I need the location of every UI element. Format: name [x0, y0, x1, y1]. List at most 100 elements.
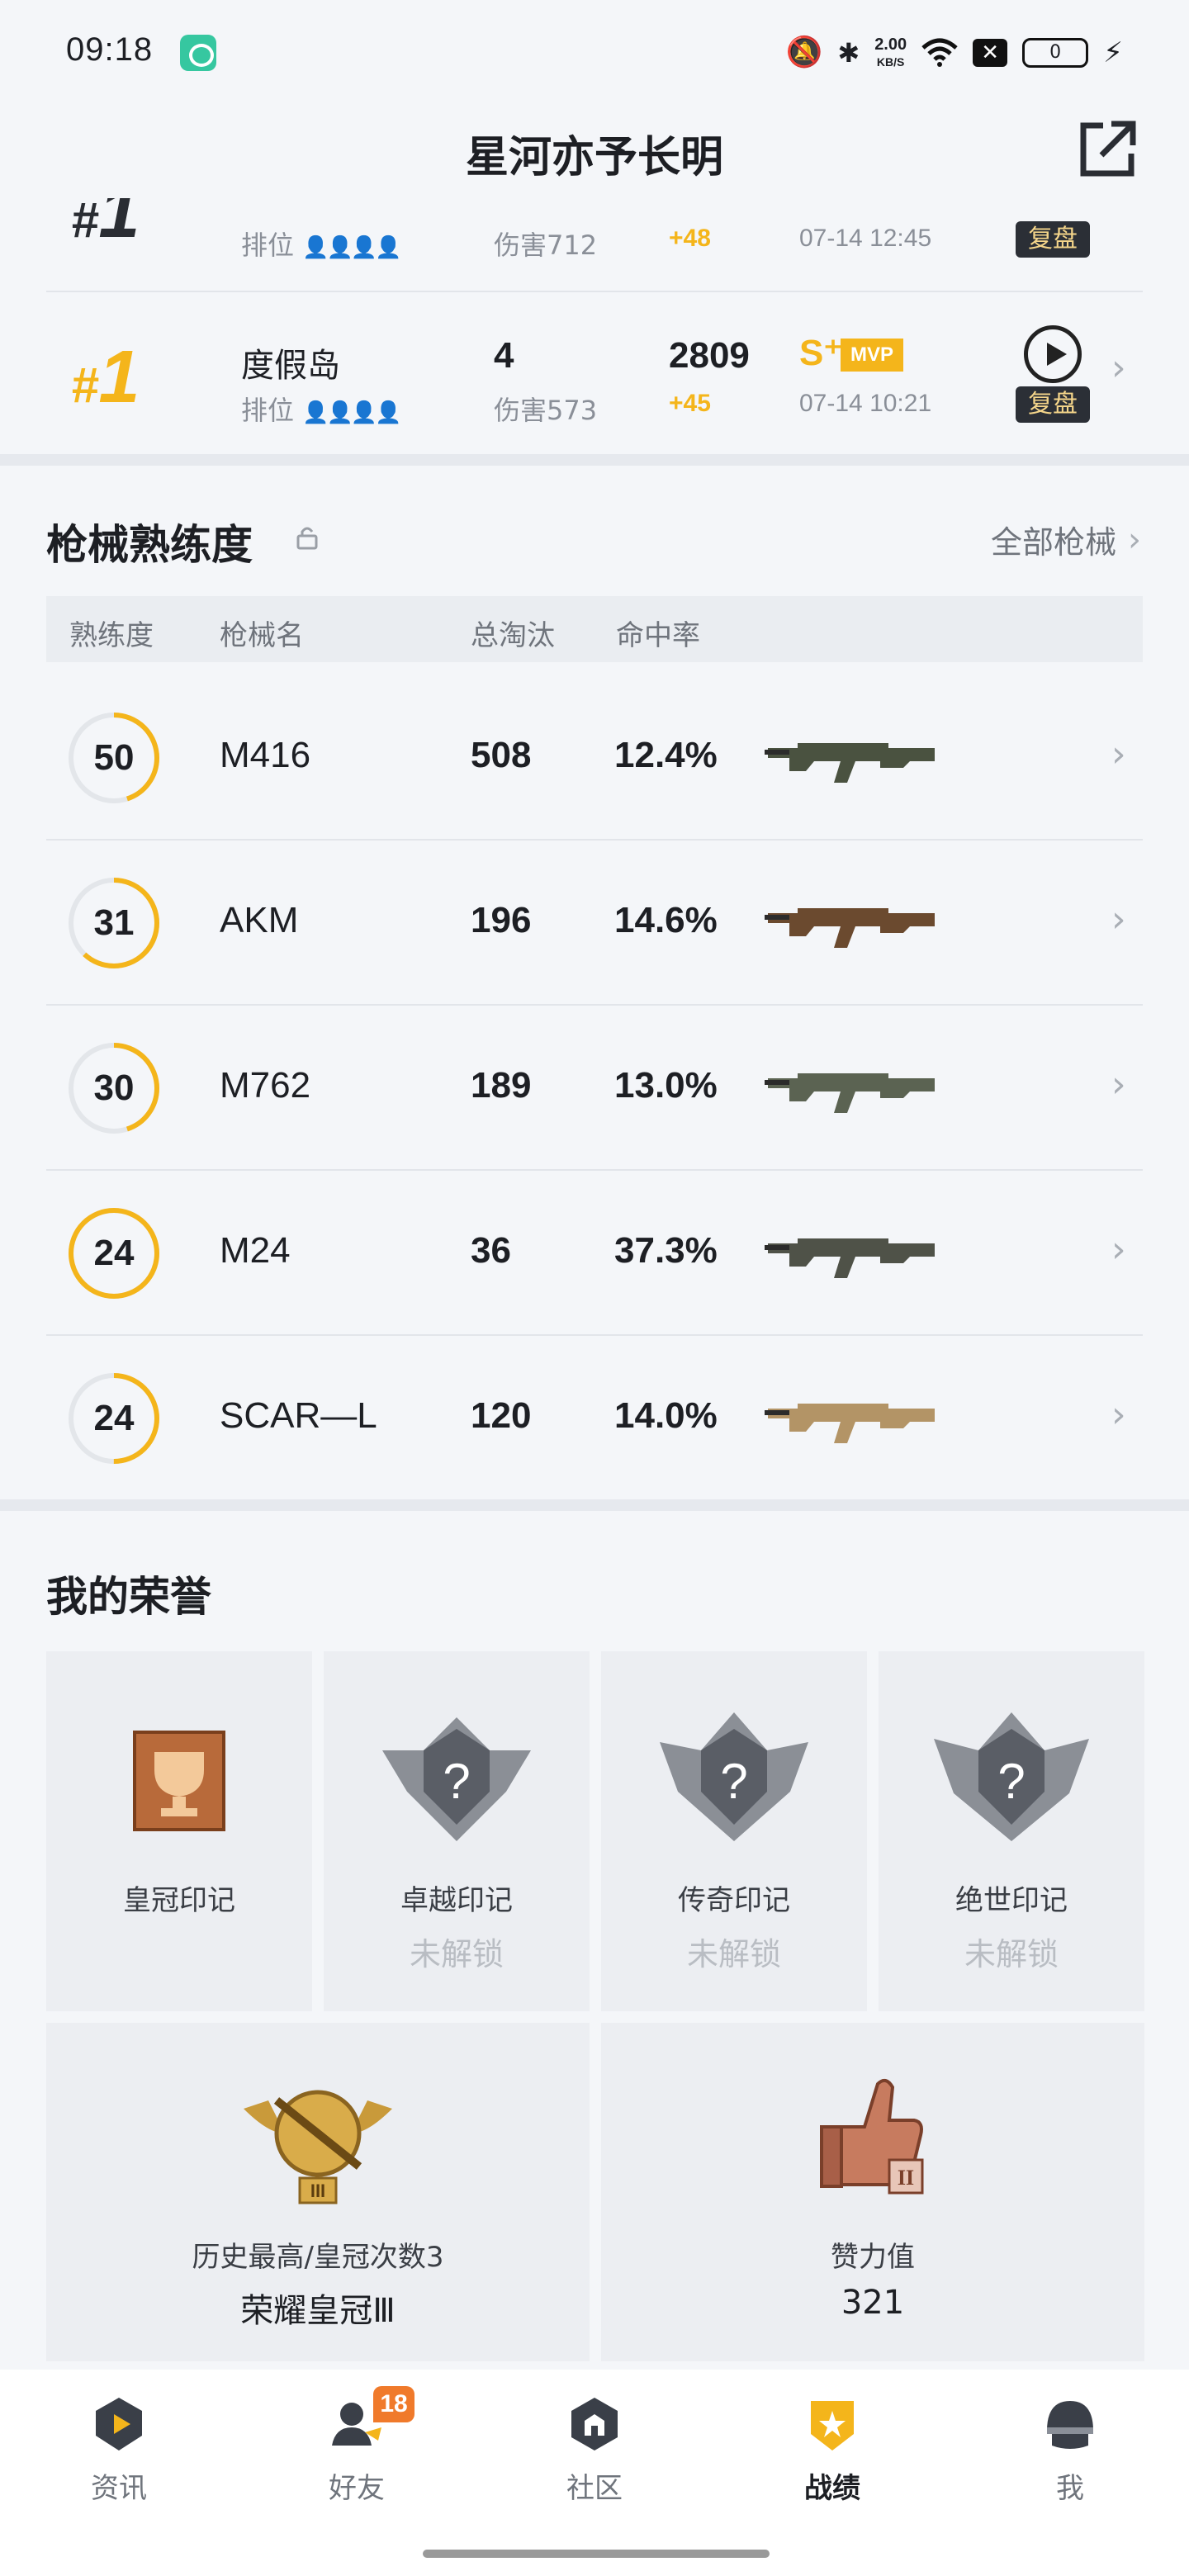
squad-icon: 👤👤👤👤	[302, 400, 401, 425]
nav-label: 我	[1056, 2472, 1084, 2505]
weapon-name: M762	[220, 1065, 311, 1106]
match-score: 2809	[669, 335, 750, 376]
match-mode: 排位 👤👤👤👤	[241, 390, 402, 428]
weapon-kills: 36	[471, 1230, 511, 1271]
page-title: 星河亦予长明	[465, 133, 723, 182]
honor-status: 未解锁	[686, 1936, 781, 1972]
sim-off-icon: ✕	[973, 39, 1008, 67]
weapon-name: AKM	[220, 900, 299, 940]
community-icon	[571, 2398, 618, 2451]
chevron-right-icon: ›	[1111, 1063, 1126, 1106]
network-speed: 2.00 KB/S	[874, 36, 907, 70]
weapon-kills: 120	[471, 1395, 532, 1436]
likes-card[interactable]: II 赞力值 321	[601, 2023, 1144, 2361]
rifle-icon	[765, 1073, 935, 1113]
weapon-row[interactable]: 30 M762 189 13.0% ›	[46, 1006, 1143, 1171]
weapon-row[interactable]: 31 AKM 196 14.6% ›	[46, 841, 1143, 1006]
network-speed-value: 2.00	[874, 35, 907, 54]
chevron-right-icon: ›	[1111, 347, 1126, 389]
status-icons: 🔕 ✱ 2.00 KB/S ✕ 0 ⚡	[786, 30, 1123, 76]
match-mode-label: 排位	[241, 230, 295, 261]
battery-level: 0	[1049, 42, 1062, 63]
weapon-accuracy: 13.0%	[614, 1065, 718, 1106]
match-row[interactable]: #1 度假岛 排位 👤👤👤👤 4 伤害573 2809 +45 S⁺ MVP 0…	[46, 291, 1143, 452]
section-divider	[0, 454, 1189, 466]
nav-stats[interactable]: 战绩	[750, 2386, 915, 2518]
svg-text:II: II	[898, 2166, 914, 2190]
nav-label: 好友	[329, 2472, 385, 2505]
weapon-row[interactable]: 50 M416 508 12.4% ›	[46, 675, 1143, 841]
status-bar: 09:18 🔕 ✱ 2.00 KB/S ✕ 0 ⚡	[0, 0, 1189, 99]
honor-card-legend[interactable]: ? 传奇印记 未解锁	[601, 1651, 867, 2011]
app-notification-icon	[180, 35, 216, 71]
weapon-kills: 508	[471, 735, 532, 775]
nav-label: 资讯	[91, 2472, 147, 2505]
honor-card-peerless[interactable]: ? 绝世印记 未解锁	[879, 1651, 1144, 2011]
page-header: 星河亦予长明	[0, 99, 1189, 198]
nav-community[interactable]: 社区	[512, 2386, 677, 2518]
match-mode-label: 排位	[241, 395, 295, 426]
replay-label: 复盘	[1016, 386, 1090, 423]
honor-card-excellent[interactable]: ? 卓越印记 未解锁	[324, 1651, 590, 2011]
svg-text:III: III	[310, 2181, 325, 2201]
thumbs-up-icon: II	[820, 2078, 924, 2195]
rifle-icon	[765, 908, 935, 948]
match-time: 07-14 12:45	[799, 225, 932, 252]
share-icon[interactable]	[1078, 119, 1138, 178]
weapon-accuracy: 14.6%	[614, 900, 718, 940]
locked-badge-icon: ?	[934, 1712, 1089, 1841]
nav-friends[interactable]: 18 好友	[274, 2386, 439, 2518]
stats-icon	[811, 2401, 854, 2451]
nav-news[interactable]: 资讯	[36, 2386, 201, 2518]
match-list-clipped: #1 排位 👤👤👤👤 伤害712 +48 07-14 12:45 复盘	[46, 198, 1143, 289]
header-proficiency: 熟练度	[69, 619, 154, 652]
highest-tier-card[interactable]: III 历史最高/皇冠次数3 荣耀皇冠Ⅲ	[46, 2023, 590, 2361]
match-time: 07-14 10:21	[799, 390, 932, 417]
svg-text:?: ?	[443, 1754, 470, 1809]
nav-label: 社区	[566, 2472, 623, 2505]
honor-label: 皇冠印记	[123, 1884, 235, 1917]
weapon-row[interactable]: 24 M24 36 37.3% ›	[46, 1171, 1143, 1336]
weapon-kills: 189	[471, 1065, 532, 1106]
header-accuracy: 命中率	[616, 619, 700, 652]
proficiency-level: 31	[93, 902, 135, 943]
nav-label: 战绩	[804, 2472, 860, 2505]
bluetooth-icon: ✱	[837, 37, 860, 69]
locked-badge-icon: ?	[660, 1712, 808, 1841]
weapon-section-title: 枪械熟练度	[46, 521, 253, 569]
all-weapons-label: 全部枪械	[990, 524, 1116, 561]
proficiency-level: 30	[93, 1068, 135, 1108]
match-rank-value: 1	[98, 336, 140, 419]
squad-icon: 👤👤👤👤	[302, 235, 401, 260]
weapon-kills: 196	[471, 900, 532, 940]
weapon-row[interactable]: 24 SCAR—L 120 14.0% ›	[46, 1336, 1143, 1501]
honor-card-crown[interactable]: 皇冠印记	[46, 1651, 312, 2011]
status-time: 09:18	[66, 31, 154, 68]
match-damage: 伤害712	[494, 230, 598, 261]
chevron-right-icon: ›	[1111, 1229, 1126, 1271]
home-indicator[interactable]	[423, 2550, 770, 2558]
chevron-right-icon: ›	[1111, 1394, 1126, 1436]
match-row[interactable]: #1 排位 👤👤👤👤 伤害712 +48 07-14 12:45 复盘	[46, 198, 1143, 289]
header-kills: 总淘汰	[471, 619, 555, 652]
match-score-delta: +45	[669, 390, 711, 417]
chevron-right-icon: ›	[1111, 898, 1126, 940]
all-weapons-link[interactable]: 全部枪械 ›	[991, 517, 1141, 562]
match-rank-value: 1	[98, 198, 140, 253]
lock-icon	[296, 527, 318, 550]
replay-button[interactable]: 复盘	[1016, 198, 1090, 259]
svg-text:?: ?	[720, 1754, 747, 1809]
chevron-right-icon: ›	[1111, 733, 1126, 775]
friends-badge: 18	[373, 2386, 414, 2422]
nav-me[interactable]: 我	[988, 2386, 1153, 2518]
weapon-name: M24	[220, 1230, 291, 1271]
rifle-icon	[765, 1404, 935, 1443]
helmet-icon	[1047, 2401, 1093, 2449]
match-mode: 排位 👤👤👤👤	[241, 225, 402, 263]
replay-button[interactable]: 复盘	[1016, 325, 1090, 424]
honor-section-title: 我的荣誉	[46, 1573, 211, 1621]
proficiency-level: 50	[93, 737, 135, 778]
weapon-accuracy: 14.0%	[614, 1395, 718, 1436]
replay-icon	[1024, 325, 1082, 383]
weapon-accuracy: 12.4%	[614, 735, 718, 775]
